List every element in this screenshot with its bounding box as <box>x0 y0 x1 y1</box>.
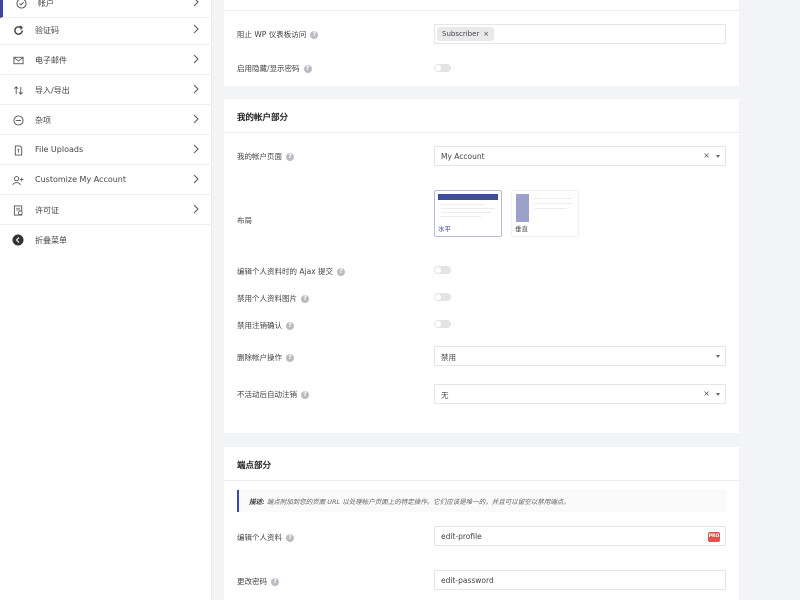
help-icon[interactable]: ? <box>286 353 294 362</box>
my-account-section-card: 我的帐户部分 我的帐户页面 ? My Account × 布局 水平 垂直 编辑… <box>224 99 739 433</box>
minus-circle-icon <box>12 114 24 126</box>
help-icon[interactable]: ? <box>301 294 309 303</box>
my-account-page-label: 我的帐户页面 ? <box>237 151 294 162</box>
divider <box>224 480 739 481</box>
sidebar-item-label: 许可证 <box>35 206 59 215</box>
layout-label: 布局 <box>237 216 252 225</box>
sidebar-item-label: 电子邮件 <box>35 56 67 65</box>
chevron-down-icon <box>716 355 720 358</box>
help-icon[interactable]: ? <box>286 321 294 330</box>
section-title: 我的帐户部分 <box>237 113 289 123</box>
sidebar-item-license[interactable]: 许可证 <box>0 195 212 225</box>
show-hide-password-toggle[interactable] <box>434 64 451 72</box>
endpoint-section-card: 端点部分 描述: 端点附加到您的页面 URL 以处理帐户页面上的特定操作。它们应… <box>224 447 739 600</box>
sidebar-item-label: 折叠菜单 <box>35 236 67 245</box>
section-title: 端点部分 <box>237 461 272 471</box>
sidebar-item-label: 帐户 <box>38 0 54 8</box>
disable-logout-confirm-label: 禁用注销确认 ? <box>237 320 294 331</box>
layout-preview-sidebar <box>516 194 529 222</box>
sidebar-item-misc[interactable]: 杂项 <box>0 105 212 135</box>
chevron-right-icon <box>192 24 200 34</box>
sidebar-item-file-uploads[interactable]: File Uploads <box>0 135 212 165</box>
chevron-right-icon <box>192 174 200 184</box>
disable-profile-picture-label: 禁用个人资料图片 ? <box>237 293 309 304</box>
disable-logout-confirm-toggle[interactable] <box>434 320 451 328</box>
sidebar-item-email[interactable]: 电子邮件 <box>0 45 212 75</box>
help-icon[interactable]: ? <box>286 533 294 542</box>
delete-account-action-label: 删除帐户操作 ? <box>237 352 294 363</box>
help-icon[interactable]: ? <box>271 577 279 586</box>
license-icon <box>12 204 24 216</box>
change-password-endpoint-input[interactable]: edit-password <box>434 570 726 590</box>
chevron-right-icon <box>192 0 200 7</box>
divider <box>224 10 739 11</box>
ajax-submit-toggle[interactable] <box>434 266 451 274</box>
sidebar-item-customize-my-account[interactable]: Customize My Account <box>0 165 212 195</box>
edit-profile-endpoint-label: 编辑个人资料 ? <box>237 532 294 543</box>
collapse-circle-icon <box>12 234 24 246</box>
chevron-right-icon <box>192 84 200 94</box>
sidebar-item-captcha[interactable]: 验证码 <box>0 15 212 45</box>
sort-arrows-icon <box>12 84 24 96</box>
help-icon[interactable]: ? <box>286 152 294 161</box>
show-hide-password-label: 启用隐藏/显示密码 ? <box>237 63 312 74</box>
endpoint-description-notice: 描述: 端点附加到您的页面 URL 以处理帐户页面上的特定操作。它们应该是唯一的… <box>237 490 727 512</box>
clear-icon[interactable]: × <box>703 151 710 160</box>
chevron-down-icon <box>716 155 720 158</box>
sidebar-item-label: 杂项 <box>35 116 51 125</box>
chevron-right-icon <box>192 204 200 214</box>
layout-preview-bar <box>438 194 498 200</box>
layout-option-vertical[interactable]: 垂直 <box>511 190 579 237</box>
chevron-right-icon <box>192 144 200 154</box>
clear-icon[interactable]: × <box>703 389 710 398</box>
chevron-down-icon <box>716 393 720 396</box>
block-wp-dashboard-roles-input[interactable]: Subscriber × <box>434 24 726 44</box>
my-account-page-select[interactable]: My Account × <box>434 146 726 166</box>
inactive-auto-logout-select[interactable]: 无 × <box>434 384 726 404</box>
user-plus-icon <box>12 174 24 186</box>
divider <box>224 132 739 133</box>
sidebar-item-label: 验证码 <box>35 26 59 35</box>
sidebar-item-label: Customize My Account <box>35 175 127 184</box>
help-icon[interactable]: ? <box>310 30 319 39</box>
layout-option-horizontal[interactable]: 水平 <box>434 190 502 237</box>
chevron-right-icon <box>192 114 200 124</box>
ajax-submit-label: 编辑个人资料时的 Ajax 提交 ? <box>237 266 346 277</box>
pro-lock-badge: PRO <box>708 532 720 542</box>
role-tag: Subscriber × <box>437 27 495 41</box>
chevron-right-icon <box>192 54 200 64</box>
change-password-endpoint-label: 更改密码 ? <box>237 576 279 587</box>
file-icon <box>12 144 24 156</box>
envelope-icon <box>12 54 24 66</box>
sidebar-item-label: 导入/导出 <box>35 86 70 95</box>
help-icon[interactable]: ? <box>303 64 312 73</box>
access-settings-card: 阻止 WP 仪表板访问 ? Subscriber × 启用隐藏/显示密码 ? <box>224 0 739 86</box>
block-wp-dashboard-label: 阻止 WP 仪表板访问 ? <box>237 29 319 40</box>
edit-profile-endpoint-input[interactable]: edit-profile PRO <box>434 526 726 546</box>
sidebar-item-import-export[interactable]: 导入/导出 <box>0 75 212 105</box>
remove-tag-icon[interactable]: × <box>483 30 489 38</box>
settings-sidebar: 帐户 验证码 电子邮件 导入/导出 杂项 File Uploads Custom… <box>0 0 212 600</box>
delete-account-action-select[interactable]: 禁用 <box>434 346 726 366</box>
sidebar-item-label: File Uploads <box>35 145 84 154</box>
help-icon[interactable]: ? <box>337 267 346 276</box>
disable-profile-picture-toggle[interactable] <box>434 293 451 301</box>
shield-check-icon <box>15 0 27 9</box>
refresh-icon <box>12 24 24 36</box>
inactive-auto-logout-label: 不活动后自动注销 ? <box>237 389 309 400</box>
sidebar-item-collapse-menu[interactable]: 折叠菜单 <box>0 225 212 255</box>
help-icon[interactable]: ? <box>301 390 309 399</box>
